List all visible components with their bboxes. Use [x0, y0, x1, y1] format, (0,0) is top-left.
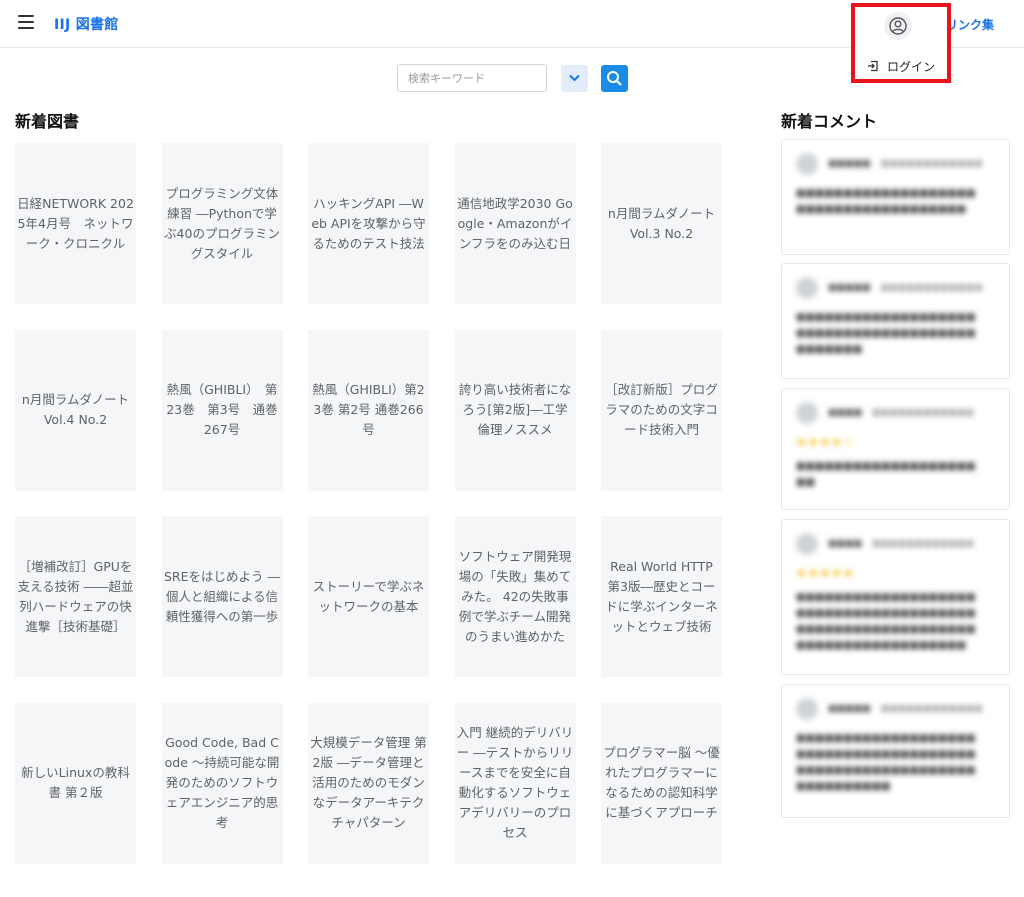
- comment-card[interactable]: ■■■■■ ■■■■■■■■■■■■ ■■■■■■■■■■■■■■■■■■■ ■■■…: [781, 139, 1010, 255]
- chevron-down-icon: [569, 74, 580, 82]
- new-comments-heading: 新着コメント: [781, 112, 878, 131]
- comment-card[interactable]: ■■■■ ■■■■■■■■■■■■ ★★★★☆ ■■■■■■■■■■■■■■■■■…: [781, 388, 1010, 510]
- book-title: n月間ラムダノート Vol.3 No.2: [607, 205, 716, 241]
- user-circle-icon: [889, 17, 907, 35]
- book-title: 大規模データ管理 第2版 ―データ管理と活用のためのモダンなデータアーキテクチャ…: [310, 735, 427, 830]
- book-card[interactable]: SREをはじめよう ―個人と組織による信頼性獲得への第一歩: [161, 516, 283, 677]
- search-button[interactable]: [601, 65, 628, 92]
- sign-in-icon: [868, 60, 878, 72]
- star-rating: ★★★★★: [796, 566, 855, 580]
- star-rating: ★★★★☆: [796, 435, 855, 449]
- book-title: Good Code, Bad Code ～持続可能な開発のためのソフトウェアエン…: [164, 735, 280, 830]
- avatar: [796, 533, 818, 555]
- book-title: ソフトウェア開発現場の「失敗」集めてみた。 42の失敗事例で学ぶチーム開発のうま…: [458, 548, 572, 644]
- comment-card[interactable]: ■■■■■ ■■■■■■■■■■■■ ■■■■■■■■■■■■■■■■■■■ ■■■…: [781, 684, 1010, 818]
- book-card[interactable]: 大規模データ管理 第2版 ―データ管理と活用のためのモダンなデータアーキテクチャ…: [308, 702, 429, 864]
- book-title: ハッキングAPI ―Web APIを攻撃から守るためのテスト技法: [311, 195, 426, 251]
- new-books-heading: 新着図書: [15, 112, 80, 131]
- book-card[interactable]: 熱風（GHIBLI）第23巻 第2号 通巻266号: [308, 329, 429, 491]
- book-card[interactable]: 熱風（GHIBLI） 第23巻 第3号 通巻267号: [161, 329, 283, 491]
- book-title: ［改訂新版］プログラマのための文字コード技術入門: [605, 382, 718, 437]
- login-menu-item[interactable]: ログイン: [867, 57, 935, 75]
- book-card[interactable]: 入門 継続的デリバリー ―テストからリリースまでを安全に自動化するソフトウェアデ…: [454, 702, 576, 864]
- login-label: ログイン: [887, 59, 936, 74]
- book-title: プログラマー脳 ～優れたプログラマーになるための認知科学に基づくアプローチ: [603, 745, 720, 820]
- hamburger-menu-icon[interactable]: [18, 15, 34, 29]
- book-card[interactable]: Real World HTTP 第3版―歴史とコードに学ぶインターネットとウェブ…: [601, 516, 722, 677]
- comment-card[interactable]: ■■■■■ ■■■■■■■■■■■■ ■■■■■■■■■■■■■■■■■■■ ■■■…: [781, 263, 1010, 379]
- book-card[interactable]: ［改訂新版］プログラマのための文字コード技術入門: [601, 329, 722, 491]
- book-card[interactable]: ソフトウェア開発現場の「失敗」集めてみた。 42の失敗事例で学ぶチーム開発のうま…: [454, 516, 576, 677]
- book-card[interactable]: n月間ラムダノート Vol.3 No.2: [601, 143, 722, 304]
- book-card[interactable]: プログラミング文体練習 ―Pythonで学ぶ40のプログラミングスタイル: [161, 143, 283, 304]
- search-options-dropdown[interactable]: [561, 65, 588, 92]
- book-title: 通信地政学2030 Google・Amazonがインフラをのみ込む日: [457, 195, 573, 251]
- book-card[interactable]: 通信地政学2030 Google・Amazonがインフラをのみ込む日: [454, 143, 576, 304]
- book-grid: 日経NETWORK 2025年4月号 ネットワーク・クロニクル プログラミング文…: [15, 143, 722, 864]
- avatar: [796, 277, 818, 299]
- book-title: プログラミング文体練習 ―Pythonで学ぶ40のプログラミングスタイル: [164, 185, 280, 261]
- book-card[interactable]: n月間ラムダノート Vol.4 No.2: [15, 329, 136, 491]
- book-card[interactable]: 誇り高い技術者になろう[第2版]―工学倫理ノススメ: [454, 329, 576, 491]
- book-card[interactable]: 日経NETWORK 2025年4月号 ネットワーク・クロニクル: [15, 143, 136, 304]
- book-title: n月間ラムダノート Vol.4 No.2: [21, 392, 130, 427]
- app-logo[interactable]: IIJ 図書館: [54, 14, 119, 34]
- book-title: 新しいLinuxの教科書 第２版: [21, 765, 130, 800]
- book-title: SREをはじめよう ―個人と組織による信頼性獲得への第一歩: [164, 568, 280, 624]
- account-avatar-button[interactable]: [884, 12, 912, 40]
- book-title: ストーリーで学ぶネットワークの基本: [312, 578, 425, 614]
- avatar: [796, 153, 818, 175]
- book-card[interactable]: Good Code, Bad Code ～持続可能な開発のためのソフトウェアエン…: [161, 702, 283, 864]
- avatar: [796, 698, 818, 720]
- book-title: 熱風（GHIBLI） 第23巻 第3号 通巻267号: [166, 382, 278, 437]
- links-nav-link[interactable]: リンク集: [946, 16, 994, 33]
- book-card[interactable]: ［増補改訂］GPUを支える技術 ――超並列ハードウェアの快進撃［技術基礎］: [15, 516, 136, 677]
- book-card[interactable]: プログラマー脳 ～優れたプログラマーになるための認知科学に基づくアプローチ: [601, 702, 722, 864]
- book-title: 熱風（GHIBLI）第23巻 第2号 通巻266号: [312, 382, 425, 437]
- book-title: 日経NETWORK 2025年4月号 ネットワーク・クロニクル: [17, 195, 134, 251]
- avatar: [796, 402, 818, 424]
- search-input[interactable]: [397, 64, 547, 92]
- book-title: Real World HTTP 第3版―歴史とコードに学ぶインターネットとウェブ…: [605, 558, 718, 634]
- book-title: 入門 継続的デリバリー ―テストからリリースまでを安全に自動化するソフトウェアデ…: [456, 725, 574, 840]
- book-card[interactable]: ストーリーで学ぶネットワークの基本: [308, 516, 429, 677]
- book-card[interactable]: ハッキングAPI ―Web APIを攻撃から守るためのテスト技法: [308, 143, 429, 304]
- book-card[interactable]: 新しいLinuxの教科書 第２版: [15, 702, 136, 864]
- book-title: 誇り高い技術者になろう[第2版]―工学倫理ノススメ: [458, 382, 572, 437]
- search-icon: [607, 71, 622, 86]
- account-menu-highlight: ログイン: [851, 3, 951, 83]
- book-title: ［増補改訂］GPUを支える技術 ――超並列ハードウェアの快進撃［技術基礎］: [17, 558, 134, 634]
- comment-card[interactable]: ■■■■ ■■■■■■■■■■■■ ★★★★★ ■■■■■■■■■■■■■■■■■…: [781, 519, 1010, 675]
